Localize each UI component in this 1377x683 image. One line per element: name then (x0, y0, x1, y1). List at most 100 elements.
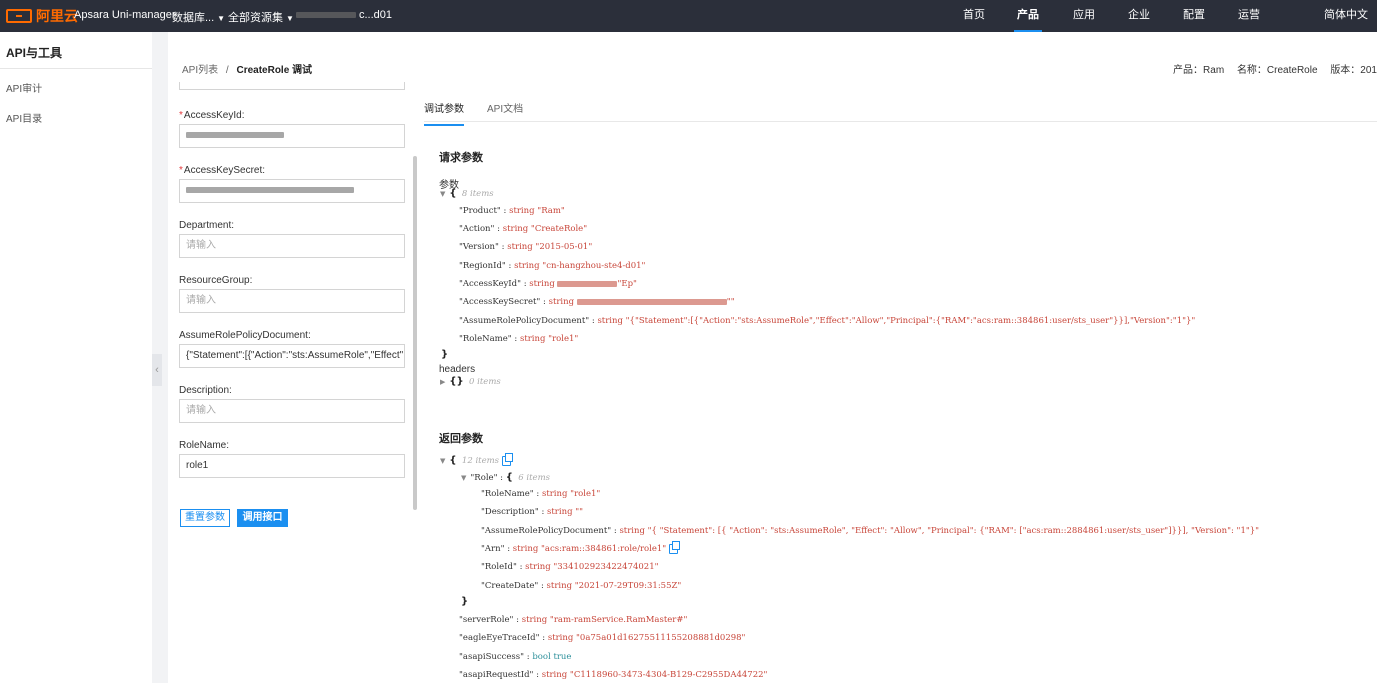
response-params-title: 返回参数 (439, 433, 483, 445)
json-value: "C1118960-3473-4304-B129-C2955DA44722" (569, 670, 768, 680)
database-dropdown[interactable]: 数据库... ▼ (172, 9, 225, 25)
call-api-button[interactable]: 调用接口 (237, 509, 288, 527)
product-name: Apsara Uni-manager (74, 9, 176, 21)
json-entry: "RoleName" : string "role1" (459, 334, 579, 344)
breadcrumb-api-list[interactable]: API列表 (182, 65, 218, 76)
items-count: 0 items (469, 377, 501, 387)
json-key: "AccessKeySecret" (459, 297, 541, 307)
json-value: "cn-hangzhou-ste4-d01" (542, 261, 646, 271)
language-switch[interactable]: 简体中文 (1322, 0, 1370, 32)
api-meta: 产品：Ram 名称：CreateRole 版本：201 (1163, 61, 1377, 76)
meta-version: 版本：201 (1330, 65, 1377, 76)
json-value: "role1" (570, 489, 601, 499)
json-entry: "Product" : string "Ram" (459, 206, 565, 216)
description-input[interactable]: 请输入 (179, 399, 405, 423)
json-type: string (509, 206, 535, 216)
items-count: 12 items (461, 456, 500, 466)
json-value: "{"Statement":[{"Action":"sts:AssumeRole… (625, 316, 1196, 326)
json-type: string (507, 242, 533, 252)
form-scrollbar[interactable] (413, 156, 417, 510)
nav-operations[interactable]: 运营 (1235, 0, 1263, 32)
chevron-left-icon: ‹ (155, 364, 159, 376)
aliyun-logo-icon (6, 9, 32, 23)
json-value: "acs:ram::384861:role/role1" (540, 544, 667, 554)
required-mark: * (179, 165, 183, 176)
brand-name: 阿里云 (36, 8, 78, 24)
json-key: "serverRole" (459, 615, 514, 625)
field-label-resourcegroup: ResourceGroup: (179, 275, 253, 286)
field-label-text: AccessKeySecret: (183, 165, 266, 176)
nav-config[interactable]: 配置 (1180, 0, 1208, 32)
meta-product: 产品：Ram (1173, 65, 1225, 76)
masked-text (186, 187, 354, 194)
expand-triangle-icon[interactable]: ▼ (440, 190, 445, 198)
json-entry: "CreateDate" : string "2021-07-29T09:31:… (481, 581, 682, 591)
json-entry: "AccessKeySecret" : string "" (459, 297, 735, 307)
json-key: "asapiRequestId" (459, 670, 534, 680)
field-label-department: Department: (179, 220, 235, 231)
json-type: string (519, 334, 546, 344)
masked-text (576, 298, 727, 305)
json-key: "eagleEyeTraceId" (459, 633, 540, 643)
param-form: *AccessKeyId: *AccessKeySecret: Departme… (170, 82, 418, 683)
collapse-sidebar-button[interactable]: ‹ (152, 354, 162, 386)
form-input-partial[interactable] (179, 82, 405, 90)
policydocument-input[interactable]: {"Statement":[{"Action":"sts:AssumeRole"… (179, 344, 405, 368)
json-entry: "asapiRequestId" : string "C1118960-3473… (459, 670, 768, 680)
json-key: "Description" (481, 507, 539, 517)
json-root-close: } (441, 349, 449, 360)
json-entry: "asapiSuccess" : bool true (459, 652, 572, 662)
reset-params-button[interactable]: 重置参数 (180, 509, 230, 527)
breadcrumb: API列表 / CreateRole 调试 (182, 61, 312, 76)
json-type: bool (532, 652, 551, 662)
rolename-input[interactable]: role1 (179, 454, 405, 478)
sidebar-item-api-catalog[interactable]: API目录 (6, 110, 42, 125)
tab-debug-params[interactable]: 调试参数 (424, 100, 464, 126)
json-key: "CreateDate" (481, 581, 539, 591)
json-value: "{ "Statement": [{ "Action": "sts:Assume… (647, 526, 1260, 536)
copy-icon[interactable] (669, 540, 681, 554)
resource-set-dropdown[interactable]: 全部资源集 ▼ (228, 9, 294, 25)
nav-enterprise[interactable]: 企业 (1125, 0, 1153, 32)
json-type: string (597, 316, 623, 326)
breadcrumb-separator: / (225, 65, 229, 76)
json-entry: "eagleEyeTraceId" : string "0a75a01d1627… (459, 633, 746, 643)
brand-logo[interactable]: 阿里云 (6, 6, 78, 26)
region-selector[interactable]: c...d01 (296, 9, 392, 21)
json-value: "" (726, 297, 735, 307)
json-value: "CreateRole" (530, 224, 588, 234)
json-key: "AssumeRolePolicyDocument" (459, 316, 590, 326)
json-value: "ram-ramService.RamMaster#" (549, 615, 688, 625)
nav-products[interactable]: 产品 (1014, 0, 1042, 32)
json-type: string (529, 279, 555, 289)
field-label-policydocument: AssumeRolePolicyDocument: (179, 330, 311, 341)
sidebar-item-api-audit[interactable]: API审计 (6, 80, 42, 95)
breadcrumb-current: CreateRole 调试 (236, 65, 313, 76)
json-type: string (541, 670, 568, 680)
accesskeysecret-input[interactable] (179, 179, 405, 203)
department-input[interactable]: 请输入 (179, 234, 405, 258)
json-value: "2021-07-29T09:31:55Z" (574, 581, 682, 591)
json-value: "0a75a01d16275511155208881d0298" (576, 633, 746, 643)
nav-home[interactable]: 首页 (960, 0, 988, 32)
expand-triangle-icon[interactable]: ▼ (461, 474, 466, 482)
json-type: string (521, 615, 548, 625)
accesskeyid-input[interactable] (179, 124, 405, 148)
copy-icon[interactable] (502, 452, 514, 466)
json-key: "AssumeRolePolicyDocument" (481, 526, 612, 536)
items-count: 8 items (461, 189, 494, 199)
expand-triangle-icon[interactable]: ▼ (440, 457, 445, 465)
json-response-root-open: ▼{ 12 items (440, 452, 514, 467)
json-value: "2015-05-01" (535, 242, 593, 252)
expand-triangle-icon[interactable]: ▶ (440, 378, 445, 386)
masked-text (296, 12, 356, 19)
json-entry: "AssumeRolePolicyDocument" : string "{ "… (481, 526, 1260, 536)
top-bar: 阿里云 Apsara Uni-manager 数据库... ▼ 全部资源集 ▼ c.… (0, 0, 1377, 32)
masked-text (186, 132, 284, 139)
json-key: "asapiSuccess" (459, 652, 525, 662)
json-type: string (548, 297, 575, 307)
nav-apps[interactable]: 应用 (1070, 0, 1098, 32)
resourcegroup-input[interactable]: 请输入 (179, 289, 405, 313)
request-params-title: 请求参数 (439, 152, 483, 164)
json-entry: "Description" : string "" (481, 507, 584, 517)
